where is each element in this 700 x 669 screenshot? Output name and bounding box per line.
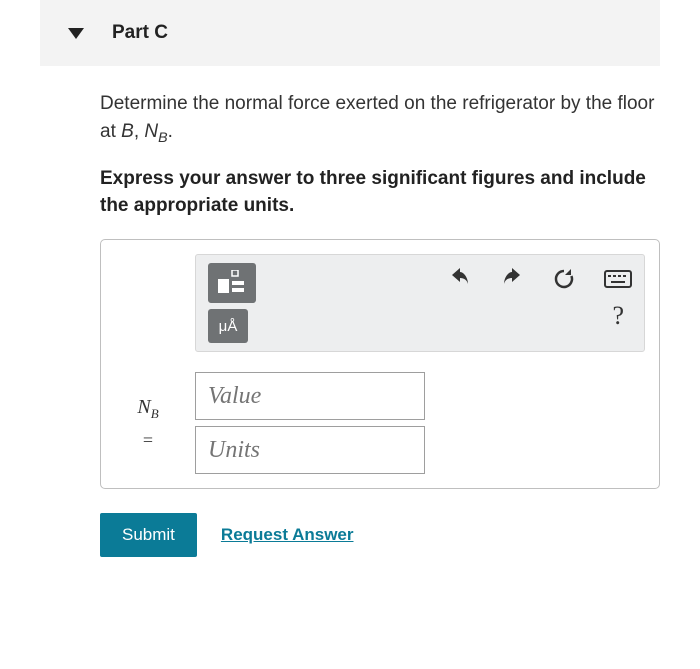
templates-button[interactable] (208, 263, 256, 303)
redo-icon[interactable] (500, 267, 524, 291)
prompt-var-b: B (121, 121, 134, 142)
actions-row: Submit Request Answer (100, 513, 660, 557)
formatting-toolbar: μÅ ? (195, 254, 645, 352)
prompt-var-n: N (144, 121, 158, 142)
answer-entry-row: NB = (115, 372, 645, 474)
special-chars-button[interactable]: μÅ (208, 309, 248, 343)
request-answer-link[interactable]: Request Answer (221, 525, 354, 545)
prompt-var-n-sub: B (158, 129, 168, 145)
collapse-toggle-icon[interactable] (68, 28, 84, 39)
variable-label: NB = (115, 392, 181, 455)
undo-icon[interactable] (448, 267, 472, 291)
instruction-text: Express your answer to three significant… (100, 166, 660, 219)
part-title: Part C (112, 22, 168, 44)
keyboard-icon[interactable] (604, 270, 632, 288)
prompt-mid: , (134, 121, 145, 142)
variable-sub: B (151, 406, 159, 421)
equals-sign: = (115, 427, 181, 454)
prompt-text: Determine the normal force exerted on th… (100, 93, 654, 142)
special-chars-label: μÅ (219, 318, 238, 335)
units-input[interactable] (195, 426, 425, 474)
part-header: Part C (40, 0, 660, 66)
reset-icon[interactable] (552, 267, 576, 291)
prompt-post: . (168, 121, 173, 142)
content-area: Determine the normal force exerted on th… (100, 90, 660, 557)
value-input[interactable] (195, 372, 425, 420)
variable-main: N (137, 396, 150, 418)
fraction-exponent-icon (217, 270, 247, 296)
toolbar-left-group: μÅ (208, 263, 256, 343)
question-prompt: Determine the normal force exerted on th… (100, 90, 660, 148)
toolbar-right-group (448, 263, 632, 291)
input-fields (195, 372, 425, 474)
submit-button[interactable]: Submit (100, 513, 197, 557)
answer-panel: μÅ ? NB = (100, 239, 660, 489)
help-button[interactable]: ? (604, 301, 632, 331)
